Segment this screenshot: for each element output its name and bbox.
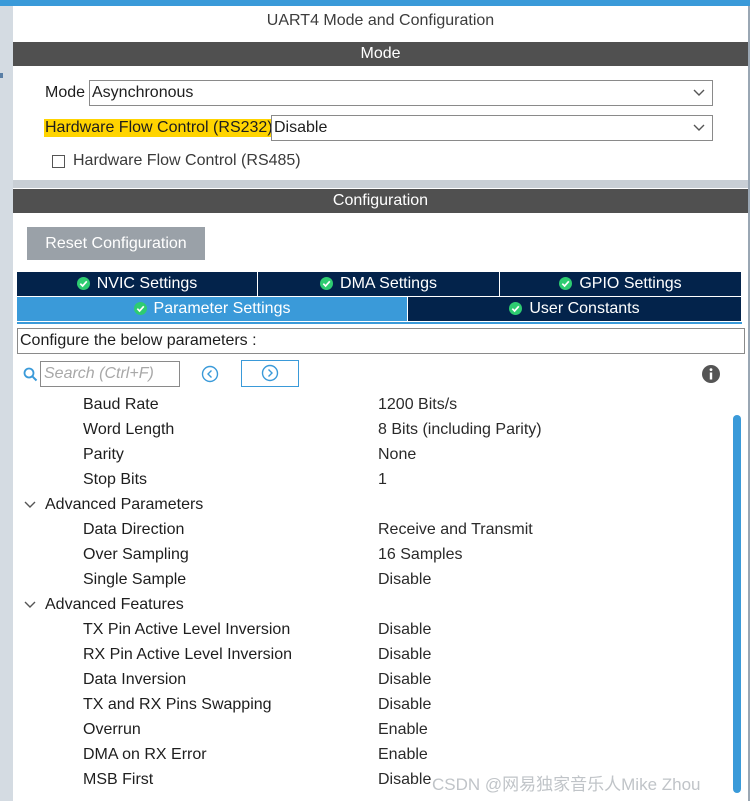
param-row-over-sampling[interactable]: Over Sampling 16 Samples (17, 543, 729, 568)
param-row-dma-on-rx-error[interactable]: DMA on RX Error Enable (17, 743, 729, 768)
check-circle-icon (320, 277, 334, 290)
chevron-down-icon (693, 124, 705, 131)
param-row-overrun[interactable]: Overrun Enable (17, 718, 729, 743)
window-top-bar (0, 0, 750, 6)
rs485-label: Hardware Flow Control (RS485) (73, 152, 301, 169)
param-row-pin-swapping[interactable]: TX and RX Pins Swapping Disable (17, 693, 729, 718)
chevron-down-icon (24, 601, 36, 608)
param-row-data-direction[interactable]: Data Direction Receive and Transmit (17, 518, 729, 543)
param-name: Data Inversion (83, 671, 187, 688)
rs232-select-value: Disable (274, 119, 328, 136)
param-value: Receive and Transmit (378, 521, 533, 538)
tab-underline (17, 322, 742, 324)
chevron-down-icon (24, 501, 36, 508)
rs485-checkbox[interactable] (52, 155, 65, 168)
chevron-down-icon (693, 89, 705, 96)
info-icon[interactable] (701, 364, 721, 384)
param-name: Over Sampling (83, 546, 189, 563)
param-name: DMA on RX Error (83, 746, 207, 763)
param-row-tx-pin-inversion[interactable]: TX Pin Active Level Inversion Disable (17, 618, 729, 643)
parameters-description: Configure the below parameters : (17, 328, 745, 354)
tab-label: DMA Settings (340, 275, 437, 292)
section-divider (13, 180, 748, 188)
tab-label: NVIC Settings (96, 275, 198, 292)
param-row-rx-pin-inversion[interactable]: RX Pin Active Level Inversion Disable (17, 643, 729, 668)
mode-select-value: Asynchronous (92, 84, 194, 101)
param-name: Word Length (83, 421, 175, 438)
group-advanced-parameters[interactable]: Advanced Parameters (17, 493, 729, 518)
param-value: Enable (378, 721, 428, 738)
param-value: 1 (378, 471, 387, 488)
check-circle-icon (133, 302, 147, 315)
param-row-baud-rate[interactable]: Baud Rate 1200 Bits/s (17, 393, 729, 418)
param-value: Disable (378, 571, 432, 588)
param-name: Single Sample (83, 571, 187, 588)
next-match-button[interactable] (241, 360, 299, 387)
param-row-word-length[interactable]: Word Length 8 Bits (including Parity) (17, 418, 729, 443)
tab-dma-settings[interactable]: DMA Settings (258, 272, 500, 296)
param-name: RX Pin Active Level Inversion (83, 646, 292, 663)
check-circle-icon (509, 302, 523, 315)
tab-nvic-settings[interactable]: NVIC Settings (17, 272, 258, 296)
check-circle-icon (76, 277, 90, 290)
param-name: TX and RX Pins Swapping (83, 696, 272, 713)
param-name: Parity (83, 446, 124, 463)
window-title: UART4 Mode and Configuration (266, 12, 495, 29)
tab-parameter-settings[interactable]: Parameter Settings (17, 297, 408, 321)
reset-configuration-button[interactable]: Reset Configuration (27, 227, 205, 260)
previous-match-icon[interactable] (199, 363, 221, 385)
param-row-stop-bits[interactable]: Stop Bits 1 (17, 468, 729, 493)
group-advanced-features[interactable]: Advanced Features (17, 593, 729, 618)
rs232-label: Hardware Flow Control (RS232) (44, 119, 274, 137)
param-value: Disable (378, 671, 432, 688)
mode-select[interactable]: Asynchronous (89, 80, 713, 106)
param-name: Baud Rate (83, 396, 159, 413)
param-value: Disable (378, 646, 432, 663)
param-value: 8 Bits (including Parity) (378, 421, 542, 438)
group-label: Advanced Parameters (45, 496, 204, 513)
param-value: 1200 Bits/s (378, 396, 458, 413)
tab-user-constants[interactable]: User Constants (408, 297, 742, 321)
param-name: Data Direction (83, 521, 185, 538)
vertical-scrollbar-thumb[interactable] (733, 415, 741, 793)
mode-label: Mode (45, 84, 86, 101)
param-value: Enable (378, 746, 428, 763)
param-name: MSB First (83, 771, 154, 788)
param-row-data-inversion[interactable]: Data Inversion Disable (17, 668, 729, 693)
param-value: Disable (378, 771, 432, 788)
rs232-select[interactable]: Disable (271, 115, 713, 141)
tab-label: User Constants (529, 300, 640, 317)
param-name: Overrun (83, 721, 141, 738)
group-label: Advanced Features (45, 596, 184, 613)
check-circle-icon (559, 277, 573, 290)
left-edge-marker (0, 73, 3, 78)
left-panel-edge (0, 6, 13, 801)
search-icon (23, 367, 38, 382)
tab-label: GPIO Settings (579, 275, 682, 292)
next-match-icon (261, 364, 279, 382)
param-name: TX Pin Active Level Inversion (83, 621, 291, 638)
param-row-single-sample[interactable]: Single Sample Disable (17, 568, 729, 593)
tab-gpio-settings[interactable]: GPIO Settings (500, 272, 742, 296)
param-name: Stop Bits (83, 471, 148, 488)
tab-label: Parameter Settings (153, 300, 291, 317)
param-row-parity[interactable]: Parity None (17, 443, 729, 468)
param-value: Disable (378, 621, 432, 638)
mode-section-header: Mode (13, 42, 748, 66)
param-value: 16 Samples (378, 546, 463, 563)
watermark: CSDN @网易独家音乐人Mike Zhou (432, 775, 701, 794)
param-value: Disable (378, 696, 432, 713)
param-value: None (378, 446, 417, 463)
configuration-section-header: Configuration (13, 189, 748, 213)
search-input[interactable] (40, 361, 180, 387)
